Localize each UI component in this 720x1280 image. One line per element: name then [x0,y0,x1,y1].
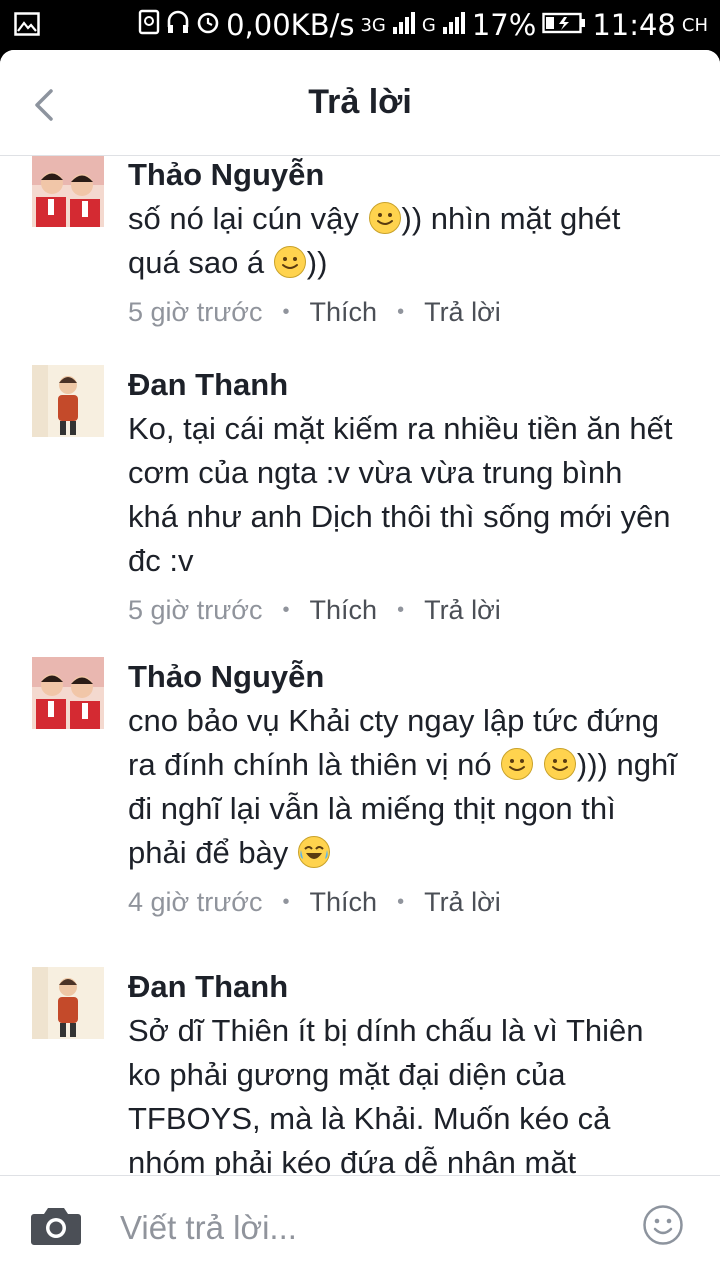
comment-time: 5 giờ trước [128,595,263,625]
camera-button[interactable] [30,1204,82,1251]
like-link[interactable]: Thích [310,887,378,918]
comment-author[interactable]: Đan Thanh [128,365,678,405]
comment-meta: 5 giờ trước • Thích • Trả lời [128,297,501,328]
comment-author[interactable]: Thảo Nguyễn [128,155,678,195]
comment-text: Ko, tại cái mặt kiếm ra nhiều tiền ăn hế… [128,411,673,578]
reply-link[interactable]: Trả lời [424,297,501,328]
laughing-emoji [297,836,330,868]
comment-text: số nó lại cún vậy )) nhìn mặt ghét quá sa… [128,201,621,280]
comment-meta: 4 giờ trước • Thích • Trả lời [128,887,501,918]
signal-icon-2 [442,8,466,42]
reply-sheet: Trả lời Thảo Nguyễn số nó lại cún vậy ))… [0,50,720,1280]
comment-meta: 5 giờ trước • Thích • Trả lời [128,595,501,626]
network-speed: 0,00KB/s [226,8,355,42]
comment-time: 5 giờ trước [128,297,263,327]
clock-ampm: CH [681,14,708,36]
smiley-emoji [273,246,306,278]
smiley-emoji [368,202,401,234]
network-type-2: G [421,14,436,36]
camera-icon [31,1208,81,1245]
comment-author[interactable]: Đan Thanh [128,967,678,1007]
comment-list[interactable]: Thảo Nguyễn số nó lại cún vậy )) nhìn mặ… [0,155,720,1175]
page-title: Trả lời [308,83,412,121]
reply-link[interactable]: Trả lời [424,595,501,626]
comment-author[interactable]: Thảo Nguyễn [128,657,678,697]
avatar[interactable] [32,967,104,1039]
avatar[interactable] [32,657,104,729]
screenshot-icon [138,8,160,42]
avatar[interactable] [32,365,104,437]
reply-composer [0,1175,720,1280]
comment-time: 4 giờ trước [128,887,263,917]
comment-text: Sở dĩ Thiên ít bị dính chấu là vì Thiên … [128,1013,644,1175]
like-link[interactable]: Thích [310,297,378,328]
reply-link[interactable]: Trả lời [424,887,501,918]
emoji-button[interactable] [642,1204,684,1251]
header: Trả lời [0,50,720,156]
smiley-emoji [543,748,576,780]
emoji-icon [643,1205,683,1245]
status-bar: 0,00KB/s 3G G 17% 11:48 CH [0,0,720,50]
avatar[interactable] [32,155,104,227]
signal-icon [392,8,416,42]
battery-percent: 17% [471,8,537,42]
headphones-icon [166,8,190,42]
network-type-1: 3G [360,14,386,36]
reply-input[interactable] [118,1204,602,1252]
smiley-emoji [501,748,534,780]
image-notification-icon [14,12,40,40]
clock: 11:48 [592,8,676,42]
comment-text: cno bảo vụ Khải cty ngay lập tức đứng ra… [128,703,677,870]
like-link[interactable]: Thích [310,595,378,626]
battery-icon [542,8,586,42]
alarm-icon [196,8,220,42]
